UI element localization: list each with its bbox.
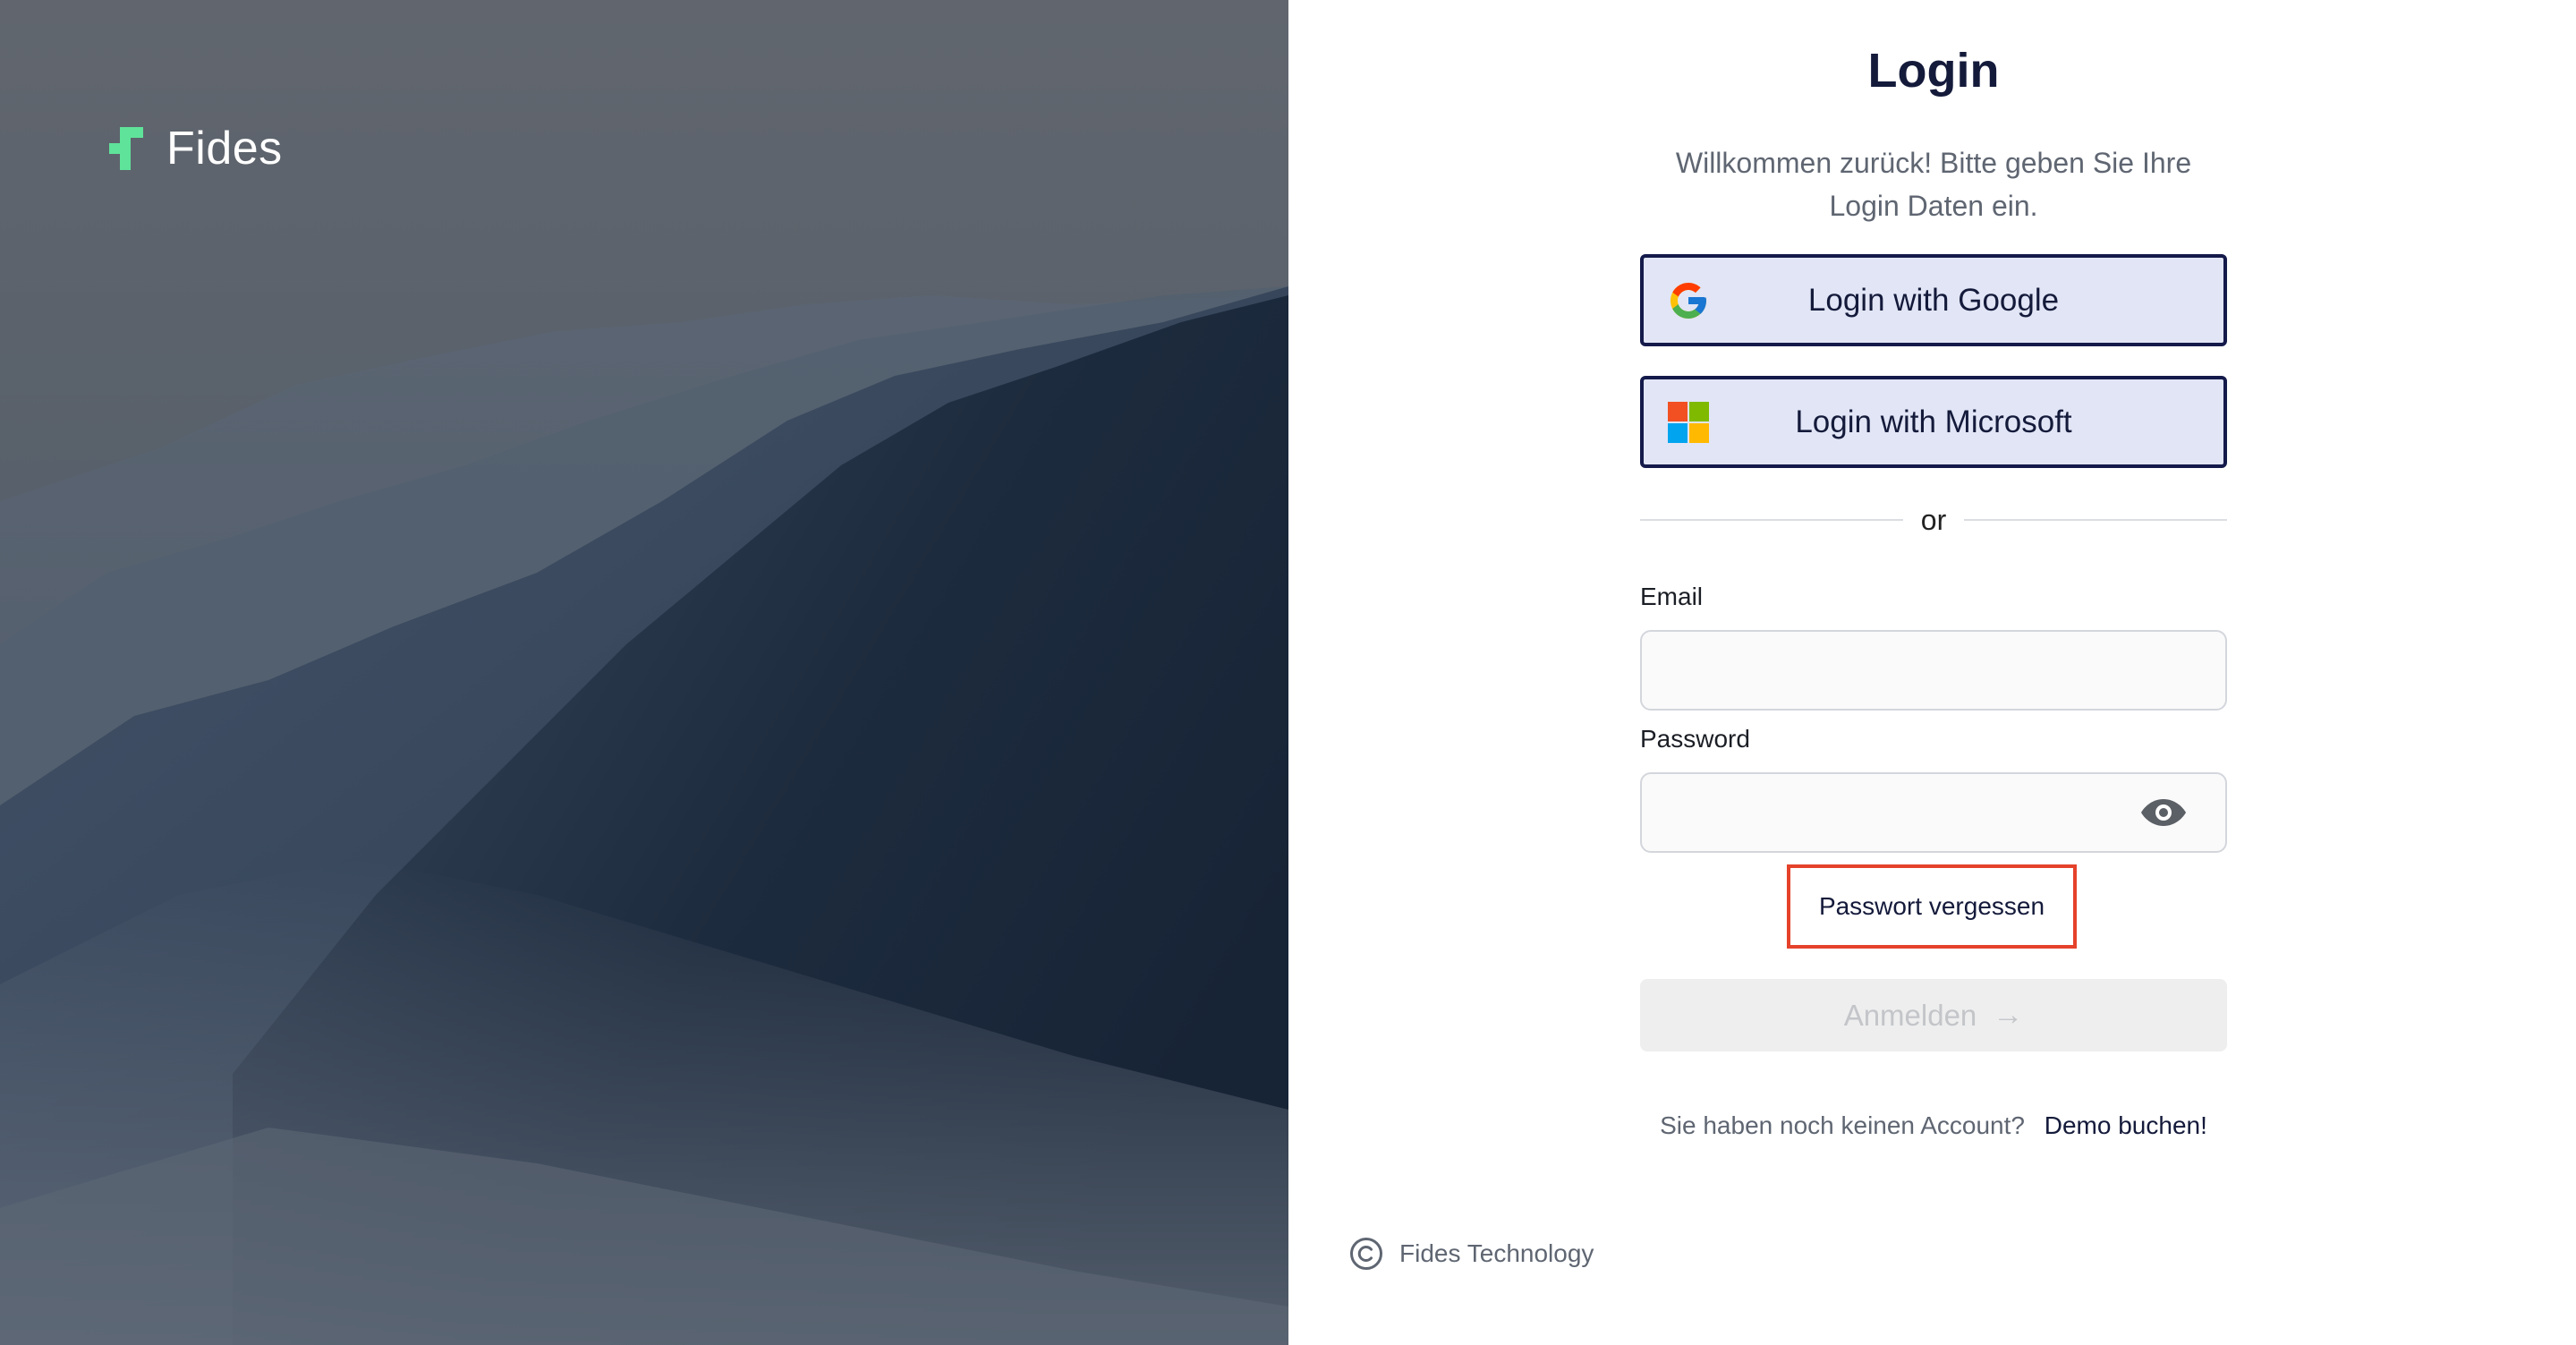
google-icon xyxy=(1671,282,1706,319)
email-label: Email xyxy=(1640,583,1704,610)
microsoft-icon xyxy=(1668,401,1709,443)
password-label: Password xyxy=(1640,725,1750,753)
or-divider: or xyxy=(1640,499,2227,541)
google-button-label: Login with Google xyxy=(1807,282,2060,318)
demo-booking-link[interactable]: Demo buchen! xyxy=(2045,1111,2207,1139)
hero-panel: Fides xyxy=(0,0,1288,1345)
microsoft-button-label: Login with Microsoft xyxy=(1795,404,2072,439)
no-account-text: Sie haben noch keinen Account? xyxy=(1660,1111,2025,1139)
divider-text: or xyxy=(1920,504,1947,536)
subtitle-line-1: Willkommen zurück! Bitte geben Sie Ihre xyxy=(1675,147,2192,179)
signup-prompt: Sie haben noch keinen Account? Demo buch… xyxy=(1640,1111,2227,1140)
page-title: Login xyxy=(1867,44,2000,98)
login-with-google-button[interactable]: Login with Google xyxy=(1640,254,2227,346)
submit-button-label: Anmelden xyxy=(1843,998,1977,1032)
eye-icon[interactable] xyxy=(2139,797,2188,828)
login-subtitle: Willkommen zurück! Bitte geben Sie Ihre … xyxy=(1640,141,2227,227)
forgot-password-link[interactable]: Passwort vergessen xyxy=(1787,864,2077,949)
login-submit-button[interactable]: Anmelden → xyxy=(1640,979,2227,1051)
copyright-text: Fides Technology xyxy=(1399,1239,1594,1267)
email-field[interactable] xyxy=(1640,630,2227,711)
login-with-microsoft-button[interactable]: Login with Microsoft xyxy=(1640,376,2227,468)
forgot-password-label: Passwort vergessen xyxy=(1818,892,2045,920)
fides-logo-icon xyxy=(109,127,143,170)
login-panel: Login Willkommen zurück! Bitte geben Sie… xyxy=(1288,0,2576,1345)
subtitle-line-2: Login Daten ein. xyxy=(1829,190,2038,222)
brand-name: Fides xyxy=(166,123,283,175)
footer: Fides Technology xyxy=(1349,1237,1594,1271)
mountain-background-image xyxy=(0,0,1288,1345)
copyright-icon xyxy=(1350,1238,1382,1270)
arrow-right-icon: → xyxy=(1993,998,2024,1032)
brand-logo: Fides xyxy=(109,122,283,175)
